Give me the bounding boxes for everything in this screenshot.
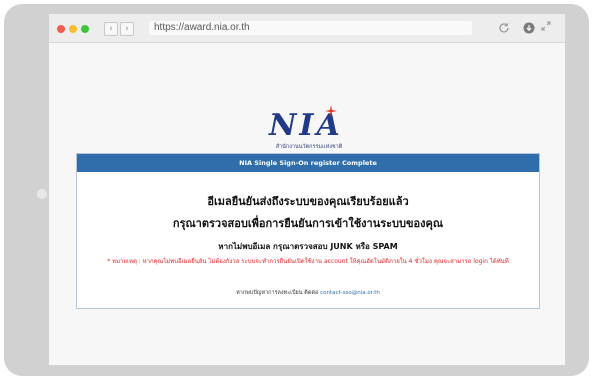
star-icon <box>325 105 337 117</box>
logo-subtitle: สำนักงานนวัตกรรมแห่งชาติ <box>275 144 343 150</box>
contact-text: หากพบปัญหาการลงทะเบียน ติดต่อ <box>236 290 319 296</box>
home-button[interactable] <box>37 189 47 199</box>
browser-toolbar: ‹ › https://award.nia.or.th <box>49 14 565 43</box>
tablet-frame: ‹ › https://award.nia.or.th NIA สำนักงาน… <box>4 4 589 376</box>
back-button[interactable]: ‹ <box>104 22 118 36</box>
maximize-window-button[interactable] <box>81 25 89 33</box>
expand-icon[interactable] <box>541 21 551 31</box>
forward-button[interactable]: › <box>120 22 134 36</box>
nia-logo: NIA สำนักงานนวัตกรรมแห่งชาติ <box>259 105 359 155</box>
minimize-window-button[interactable] <box>69 25 77 33</box>
auto-activation-note: * หมายเหตุ : หากคุณไม่พบอีเมลยืนยัน ไม่ต… <box>107 258 509 265</box>
close-window-button[interactable] <box>57 25 65 33</box>
register-complete-panel: NIA Single Sign-On register Complete อีเ… <box>76 153 540 309</box>
contact-line: หากพบปัญหาการลงทะเบียน ติดต่อ contact-ss… <box>77 289 539 297</box>
junk-spam-hint: หากไม่พบอีเมล กรุณาตรวจสอบ JUNK หรือ SPA… <box>218 242 398 251</box>
panel-header: NIA Single Sign-On register Complete <box>77 154 539 172</box>
web-page: NIA สำนักงานนวัตกรรมแห่งชาติ NIA Single … <box>49 43 565 365</box>
verify-instruction: กรุณาตรวจสอบเพื่อการยืนยันการเข้าใช้งานร… <box>172 217 444 230</box>
email-sent-message: อีเมลยืนยันส่งถึงระบบของคุณเรียบร้อยแล้ว <box>207 195 409 208</box>
screen: ‹ › https://award.nia.or.th NIA สำนักงาน… <box>49 14 565 365</box>
reload-icon[interactable] <box>497 21 511 35</box>
url-field[interactable]: https://award.nia.or.th <box>149 21 472 35</box>
contact-email-link[interactable]: contact-sso@nia.or.th <box>320 290 380 296</box>
download-icon[interactable] <box>523 22 535 34</box>
